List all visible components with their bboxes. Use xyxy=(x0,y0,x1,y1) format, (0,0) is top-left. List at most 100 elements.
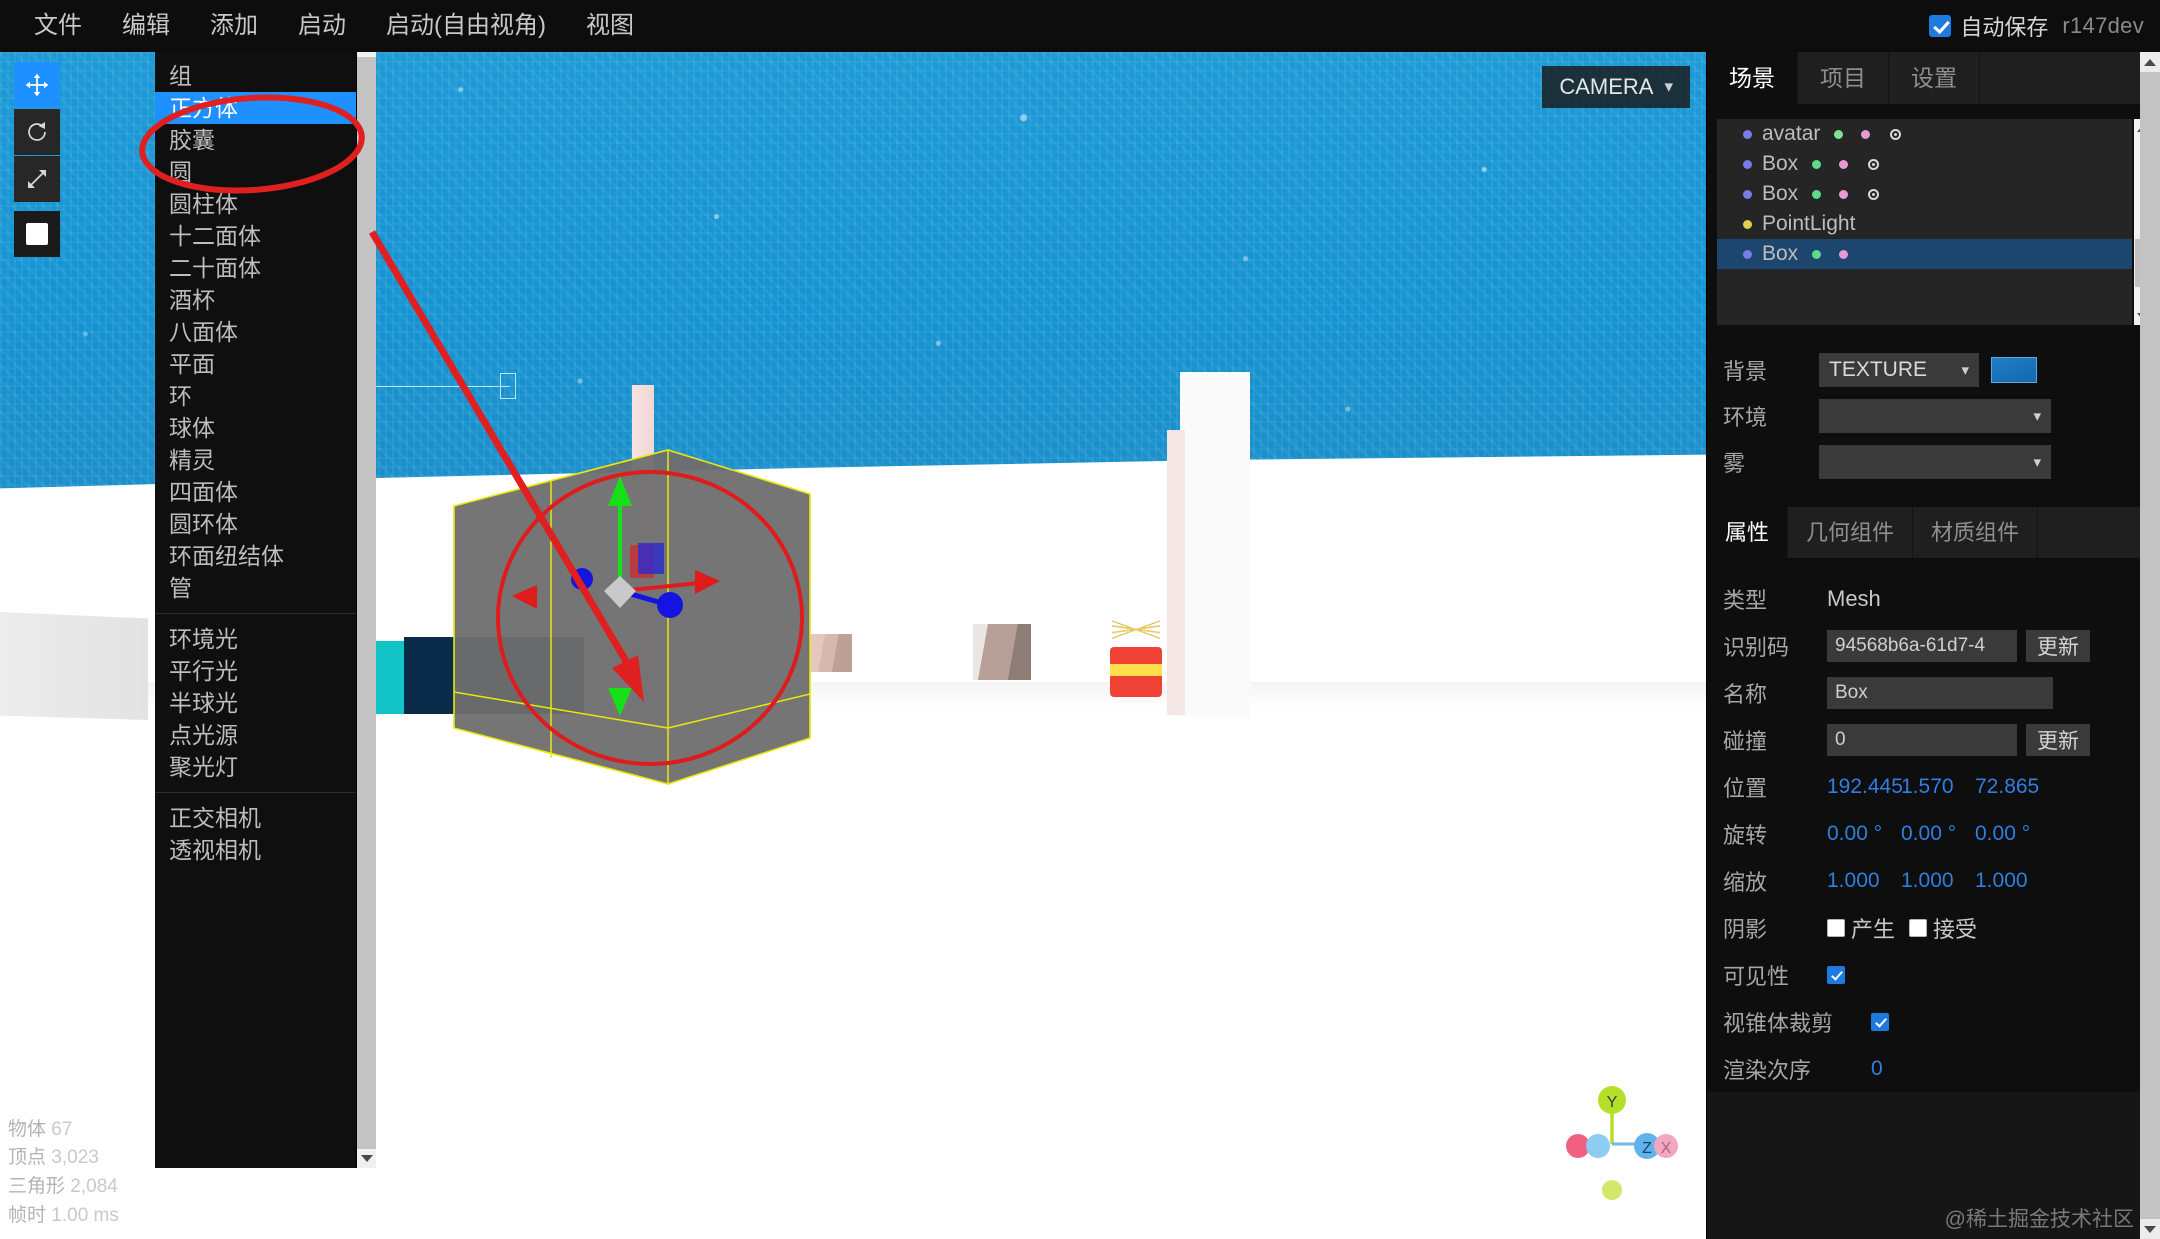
menu-add[interactable]: 添加 xyxy=(190,0,278,52)
outliner-row-pointlight[interactable]: PointLight xyxy=(1717,209,2132,239)
add-menu-item-torusknot[interactable]: 环面纽结体 xyxy=(155,540,356,572)
environment-select[interactable]: ▾ xyxy=(1819,399,2051,433)
environment-row: 环境 ▾ xyxy=(1723,393,2144,439)
menu-view[interactable]: 视图 xyxy=(566,0,654,52)
tab-geometry[interactable]: 几何组件 xyxy=(1788,507,1913,558)
position-x[interactable]: 192.445 xyxy=(1827,775,1901,799)
menu-play[interactable]: 启动 xyxy=(278,0,366,52)
stat-label: 三角形 xyxy=(8,1176,65,1197)
background-texture-swatch[interactable] xyxy=(1991,357,2037,383)
camera-selector[interactable]: CAMERA ▾ xyxy=(1542,66,1690,108)
add-menu-item-cylinder[interactable]: 圆柱体 xyxy=(155,188,356,220)
scale-y[interactable]: 1.000 xyxy=(1901,869,1975,893)
uuid-input[interactable] xyxy=(1827,630,2017,662)
add-menu-item-tetrahedron[interactable]: 四面体 xyxy=(155,476,356,508)
fog-select[interactable]: ▾ xyxy=(1819,445,2051,479)
menu-file[interactable]: 文件 xyxy=(14,0,102,52)
background-type-select[interactable]: TEXTURE ▾ xyxy=(1819,353,1979,387)
axis-gizmo[interactable]: Y Z X xyxy=(1544,1078,1684,1213)
autosave-toggle[interactable]: 自动保存 xyxy=(1929,10,2048,42)
rotate-tool-button[interactable] xyxy=(14,109,60,155)
type-value: Mesh xyxy=(1827,586,1881,612)
viewport-stats: 物体 67 顶点 3,023 三角形 2,084 帧时 1.00 ms xyxy=(8,1116,119,1232)
scene-outliner[interactable]: avatar Box Box xyxy=(1717,119,2132,325)
tab-material[interactable]: 材质组件 xyxy=(1913,507,2038,558)
position-z[interactable]: 72.865 xyxy=(1975,775,2049,799)
panel-scroll-up-icon[interactable] xyxy=(2140,52,2160,72)
rotation-z[interactable]: 0.00 ° xyxy=(1975,822,2049,846)
add-menu-item-ring[interactable]: 环 xyxy=(155,380,356,412)
editor-window: CAMERA ▾ Y Z X 物体 67 顶点 3,023 三角形 2,084 xyxy=(0,0,2160,1239)
add-menu-item-group[interactable]: 组 xyxy=(155,60,356,92)
watermark: @稀土掘金技术社区 xyxy=(1945,1203,2134,1233)
position-y[interactable]: 1.570 xyxy=(1901,775,1975,799)
add-menu-item-dodecahedron[interactable]: 十二面体 xyxy=(155,220,356,252)
collision-input[interactable] xyxy=(1827,724,2017,756)
uuid-refresh-button[interactable]: 更新 xyxy=(2026,630,2090,662)
tab-project[interactable]: 项目 xyxy=(1798,52,1889,104)
add-menu-item-hemispherelight[interactable]: 半球光 xyxy=(155,687,356,719)
outliner-row-box-3[interactable]: Box xyxy=(1717,239,2132,269)
uuid-row: 识别码 更新 xyxy=(1723,622,2144,669)
add-menu-item-icosahedron[interactable]: 二十面体 xyxy=(155,252,356,284)
scale-z[interactable]: 1.000 xyxy=(1975,869,2049,893)
grid-toggle-button[interactable] xyxy=(14,211,60,257)
frustum-culled-checkbox[interactable] xyxy=(1871,1013,1889,1031)
shadow-options: 产生 接受 xyxy=(1827,912,1977,944)
attributes-panel: 类型 Mesh 识别码 更新 名称 碰撞 更新 位置 192.445 xyxy=(1707,559,2160,1092)
right-panel-scrollbar[interactable] xyxy=(2140,52,2160,1239)
tab-settings[interactable]: 设置 xyxy=(1889,52,1980,104)
render-order-value[interactable]: 0 xyxy=(1871,1057,1883,1081)
add-menu-item-torus[interactable]: 圆环体 xyxy=(155,508,356,540)
menu-play-free-view[interactable]: 启动(自由视角) xyxy=(366,0,566,52)
collision-update-button[interactable]: 更新 xyxy=(2026,724,2090,756)
add-menu-item-directionallight[interactable]: 平行光 xyxy=(155,655,356,687)
add-menu-item-sprite[interactable]: 精灵 xyxy=(155,444,356,476)
add-menu-item-box[interactable]: 正方体 xyxy=(155,92,356,124)
stat-row: 顶点 3,023 xyxy=(8,1144,119,1173)
scroll-down-arrow-icon[interactable] xyxy=(357,1149,376,1168)
object-name-input[interactable] xyxy=(1827,677,2053,709)
visible-checkbox[interactable] xyxy=(1827,966,1845,984)
menu-edit[interactable]: 编辑 xyxy=(102,0,190,52)
geometry-dot-icon xyxy=(1812,160,1821,169)
add-menu-item-capsule[interactable]: 胶囊 xyxy=(155,124,356,156)
scale-x[interactable]: 1.000 xyxy=(1827,869,1901,893)
rotation-y[interactable]: 0.00 ° xyxy=(1901,822,1975,846)
autosave-checkbox[interactable] xyxy=(1929,15,1951,37)
selected-object-gizmo[interactable] xyxy=(452,448,812,786)
add-menu-dropdown[interactable]: 组 正方体 胶囊 圆 圆柱体 十二面体 二十面体 酒杯 八面体 平面 环 球体 … xyxy=(155,52,357,1168)
shadow-cast-checkbox[interactable] xyxy=(1827,919,1845,937)
add-menu-item-orthographiccamera[interactable]: 正交相机 xyxy=(155,802,356,834)
material-dot-icon xyxy=(1839,250,1848,259)
translate-tool-button[interactable] xyxy=(14,62,60,108)
outliner-row-box-1[interactable]: Box xyxy=(1717,149,2132,179)
add-menu-item-ambientlight[interactable]: 环境光 xyxy=(155,623,356,655)
rotation-values: 0.00 ° 0.00 ° 0.00 ° xyxy=(1827,822,2049,846)
tab-scene[interactable]: 场景 xyxy=(1707,52,1798,104)
panel-scroll-down-icon[interactable] xyxy=(2140,1219,2160,1239)
add-menu-item-spotlight[interactable]: 聚光灯 xyxy=(155,751,356,783)
rotation-label: 旋转 xyxy=(1723,818,1827,850)
chevron-down-icon: ▾ xyxy=(2033,407,2041,425)
scale-tool-button[interactable] xyxy=(14,156,60,202)
add-menu-item-circle[interactable]: 圆 xyxy=(155,156,356,188)
chevron-down-icon: ▾ xyxy=(2033,453,2041,471)
shadow-receive-checkbox[interactable] xyxy=(1909,919,1927,937)
stat-value: 3,023 xyxy=(51,1147,99,1168)
add-menu-item-sphere[interactable]: 球体 xyxy=(155,412,356,444)
outliner-row-box-2[interactable]: Box xyxy=(1717,179,2132,209)
add-menu-item-plane[interactable]: 平面 xyxy=(155,348,356,380)
rotation-x[interactable]: 0.00 ° xyxy=(1827,822,1901,846)
outliner-row-avatar[interactable]: avatar xyxy=(1717,119,2132,149)
add-menu-item-lathe[interactable]: 酒杯 xyxy=(155,284,356,316)
add-menu-scrollbar[interactable] xyxy=(357,38,376,1168)
stat-row: 物体 67 xyxy=(8,1116,119,1145)
script-ring-icon xyxy=(1868,159,1879,170)
light-dot-icon xyxy=(1743,220,1752,229)
add-menu-item-octahedron[interactable]: 八面体 xyxy=(155,316,356,348)
add-menu-item-pointlight[interactable]: 点光源 xyxy=(155,719,356,751)
add-menu-item-tube[interactable]: 管 xyxy=(155,572,356,604)
add-menu-item-perspectivecamera[interactable]: 透视相机 xyxy=(155,834,356,866)
tab-properties[interactable]: 属性 xyxy=(1707,507,1788,558)
